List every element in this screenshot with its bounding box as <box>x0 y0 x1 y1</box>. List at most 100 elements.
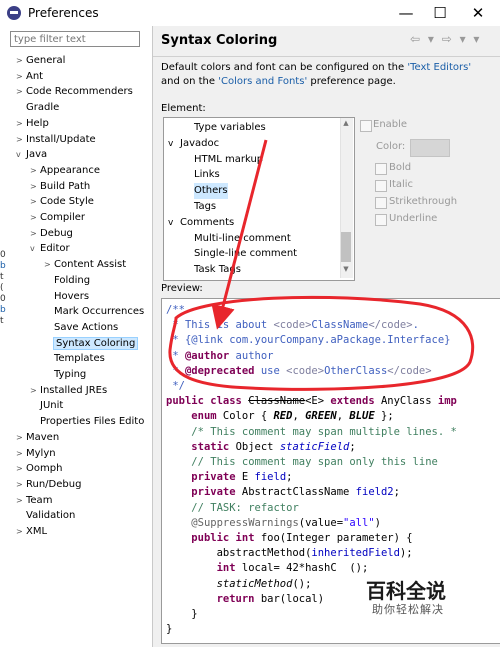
element-item[interactable]: v Comments <box>168 215 234 231</box>
tree-item[interactable]: Properties Files Edito <box>30 414 144 430</box>
element-item[interactable]: Links <box>194 167 220 183</box>
tree-item[interactable]: v Editor <box>30 241 70 257</box>
code-token: static <box>191 440 236 453</box>
collapsed-arrow-icon[interactable]: > <box>16 132 26 148</box>
tree-item[interactable]: > Debug <box>30 226 73 242</box>
element-item[interactable]: Tags <box>194 199 216 215</box>
code-line: } <box>166 607 197 622</box>
tree-item[interactable]: Gradle <box>16 100 59 116</box>
tree-item[interactable]: Save Actions <box>44 320 118 336</box>
code-token: private <box>191 471 242 484</box>
text-editors-link[interactable]: 'Text Editors' <box>407 62 471 73</box>
collapsed-arrow-icon[interactable]: > <box>16 53 26 69</box>
tree-item-label: Templates <box>54 353 105 365</box>
tree-item[interactable]: JUnit <box>30 398 63 414</box>
tree-item[interactable]: Templates <box>44 351 105 367</box>
tree-item[interactable]: Mark Occurrences <box>44 304 144 320</box>
collapsed-arrow-icon[interactable]: > <box>30 194 40 210</box>
tree-item[interactable]: > Appearance <box>30 163 100 179</box>
strikethrough-checkbox[interactable] <box>375 197 387 209</box>
code-line: * @author author <box>166 349 273 364</box>
expanded-arrow-icon[interactable]: v <box>168 215 180 231</box>
tree-item[interactable]: > Run/Debug <box>16 477 81 493</box>
tree-item[interactable]: > Install/Update <box>16 132 96 148</box>
tree-item[interactable]: > Maven <box>16 430 59 446</box>
code-token: field <box>254 471 287 484</box>
tree-item[interactable]: Validation <box>16 508 75 524</box>
editor-fragment-glyph: t <box>0 272 4 282</box>
scroll-up-icon[interactable]: ▲ <box>341 119 351 129</box>
collapsed-arrow-icon[interactable]: > <box>16 69 26 85</box>
tree-item[interactable]: > Build Path <box>30 179 90 195</box>
scroll-down-icon[interactable]: ▼ <box>341 265 351 275</box>
tree-item-label: Mark Occurrences <box>54 306 145 318</box>
collapsed-arrow-icon[interactable]: > <box>30 210 40 226</box>
collapsed-arrow-icon[interactable]: > <box>16 477 26 493</box>
color-picker-button[interactable] <box>410 139 450 157</box>
collapsed-arrow-icon[interactable]: > <box>30 383 40 399</box>
element-item[interactable]: Multi-line comment <box>194 231 291 247</box>
collapsed-arrow-icon[interactable]: > <box>44 257 54 273</box>
tree-item[interactable]: > Compiler <box>30 210 85 226</box>
collapsed-arrow-icon[interactable]: > <box>30 163 40 179</box>
enable-checkbox[interactable] <box>360 120 372 132</box>
tree-item[interactable]: > Content Assist <box>44 257 126 273</box>
underline-checkbox[interactable] <box>375 214 387 226</box>
tree-item[interactable]: > Help <box>16 116 49 132</box>
element-item-label: Type variables <box>194 122 266 133</box>
tree-item[interactable]: > General <box>16 53 65 69</box>
element-item[interactable]: HTML markup <box>194 152 263 168</box>
history-nav-buttons[interactable]: ⇦ ▾ ⇨ ▾ ▾ <box>410 32 481 46</box>
tree-item[interactable]: Hovers <box>44 289 89 305</box>
tree-item[interactable]: > Code Style <box>30 194 94 210</box>
element-item[interactable]: Single-line comment <box>194 246 297 262</box>
collapsed-arrow-icon[interactable]: > <box>16 116 26 132</box>
collapsed-arrow-icon[interactable]: > <box>30 179 40 195</box>
bold-label: Bold <box>389 162 412 173</box>
tree-item[interactable]: > Team <box>16 493 52 509</box>
minimize-button[interactable]: — <box>390 3 422 23</box>
code-token: * <box>166 349 185 362</box>
element-item[interactable]: v Javadoc <box>168 136 219 152</box>
close-button[interactable]: ✕ <box>462 3 494 23</box>
tree-item-label: Ant <box>26 70 44 82</box>
collapsed-arrow-icon[interactable]: > <box>30 226 40 242</box>
expanded-arrow-icon[interactable]: v <box>168 136 180 152</box>
collapsed-arrow-icon[interactable]: > <box>16 446 26 462</box>
italic-checkbox[interactable] <box>375 180 387 192</box>
colors-and-fonts-link[interactable]: 'Colors and Fonts' <box>218 76 307 87</box>
tree-item[interactable]: > XML <box>16 524 47 540</box>
description-text: and on the <box>161 76 219 87</box>
filter-input[interactable] <box>10 31 140 47</box>
expanded-arrow-icon[interactable]: v <box>16 147 26 163</box>
code-token: ); <box>399 547 413 560</box>
tree-item[interactable]: > Code Recommenders <box>16 84 133 100</box>
tree-item-label: Gradle <box>26 102 60 114</box>
code-token: public int <box>191 532 261 544</box>
scroll-thumb[interactable] <box>341 232 351 262</box>
collapsed-arrow-icon[interactable]: > <box>16 493 26 509</box>
tree-item[interactable]: Syntax Coloring <box>44 336 139 352</box>
bold-checkbox[interactable] <box>375 163 387 175</box>
tree-item[interactable]: > Oomph <box>16 461 62 477</box>
collapsed-arrow-icon[interactable]: > <box>16 524 26 540</box>
code-token: * <box>166 334 185 347</box>
collapsed-arrow-icon[interactable]: > <box>16 84 26 100</box>
tree-item[interactable]: Typing <box>44 367 86 383</box>
code-preview[interactable]: /** * This is about <code>ClassName</cod… <box>161 298 500 644</box>
element-tree[interactable]: Type variables v Javadoc HTML markup Links Ot… <box>163 117 355 281</box>
collapsed-arrow-icon[interactable]: > <box>16 461 26 477</box>
tree-item[interactable]: Folding <box>44 273 90 289</box>
tree-item[interactable]: > Ant <box>16 69 43 85</box>
element-item[interactable]: Type variables <box>194 120 266 136</box>
expanded-arrow-icon[interactable]: v <box>30 241 40 257</box>
element-item[interactable]: Others <box>194 183 228 200</box>
tree-item[interactable]: > Mylyn <box>16 446 56 462</box>
tree-item[interactable]: v Java <box>16 147 47 163</box>
collapsed-arrow-icon[interactable]: > <box>16 430 26 446</box>
element-item[interactable]: Task Tags <box>194 262 241 278</box>
code-token: return <box>216 592 261 605</box>
tree-item[interactable]: > Installed JREs <box>30 383 107 399</box>
maximize-button[interactable]: ☐ <box>424 3 456 23</box>
